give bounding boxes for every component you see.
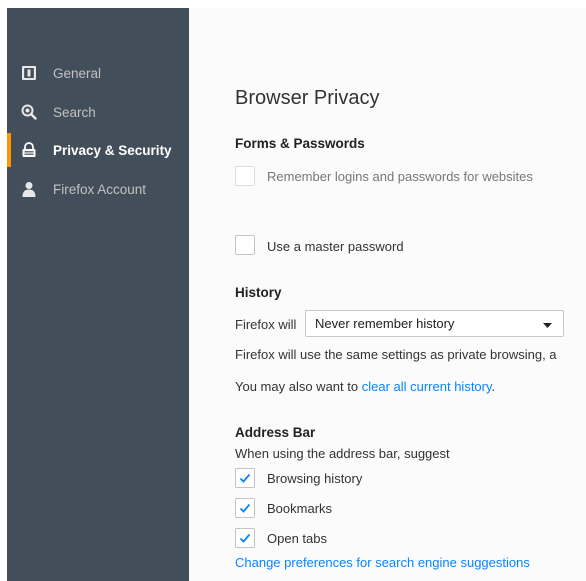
history-clear-suffix: . [491, 379, 496, 394]
history-clear-prefix: You may also want to [235, 379, 362, 394]
page-title: Browser Privacy [235, 87, 380, 109]
history-prefix-label: Firefox will [235, 317, 297, 332]
forms-passwords-heading: Forms & Passwords [235, 136, 365, 151]
history-mode-dropdown[interactable]: Never remember history [305, 310, 564, 337]
bookmarks-checkbox[interactable] [235, 498, 255, 518]
history-clear-line: You may also want to clear all current h… [235, 379, 495, 394]
sidebar-item-label: Firefox Account [53, 181, 147, 197]
sidebar-item-firefox-account[interactable]: Firefox Account [7, 172, 189, 206]
dropdown-arrow-icon [543, 315, 552, 333]
checkmark-icon [239, 533, 251, 543]
search-icon [21, 104, 37, 120]
checkmark-icon [239, 503, 251, 513]
remember-logins-checkbox[interactable] [235, 166, 255, 186]
account-icon [21, 181, 37, 197]
history-heading: History [235, 285, 282, 300]
bookmarks-label: Bookmarks [267, 501, 333, 516]
clear-history-link[interactable]: clear all current history [362, 379, 492, 394]
open-tabs-label: Open tabs [267, 531, 327, 546]
master-password-checkbox[interactable] [235, 235, 255, 255]
browsing-history-checkbox[interactable] [235, 468, 255, 488]
sidebar-item-label: Search [53, 104, 96, 120]
sidebar-item-label: General [53, 65, 102, 81]
sidebar-item-privacy-security[interactable]: Privacy & Security [7, 133, 189, 167]
browsing-history-label: Browsing history [267, 471, 363, 486]
general-icon [21, 65, 37, 81]
address-bar-intro: When using the address bar, suggest [235, 446, 450, 461]
lock-icon [21, 142, 37, 158]
master-password-label: Use a master password [267, 239, 404, 254]
checkmark-icon [239, 473, 251, 483]
address-bar-heading: Address Bar [235, 425, 316, 440]
history-description: Firefox will use the same settings as pr… [235, 347, 557, 362]
remember-logins-label: Remember logins and passwords for websit… [267, 169, 533, 184]
main-content: Browser Privacy Forms & Passwords Rememb… [189, 8, 586, 581]
sidebar-item-label: Privacy & Security [53, 142, 172, 158]
search-suggestions-prefs-link[interactable]: Change preferences for search engine sug… [235, 555, 530, 570]
open-tabs-checkbox[interactable] [235, 528, 255, 548]
sidebar: General Search Privacy & Security Firefo… [7, 8, 189, 581]
history-mode-value: Never remember history [315, 316, 455, 331]
sidebar-item-search[interactable]: Search [7, 95, 189, 129]
sidebar-item-general[interactable]: General [7, 56, 189, 90]
